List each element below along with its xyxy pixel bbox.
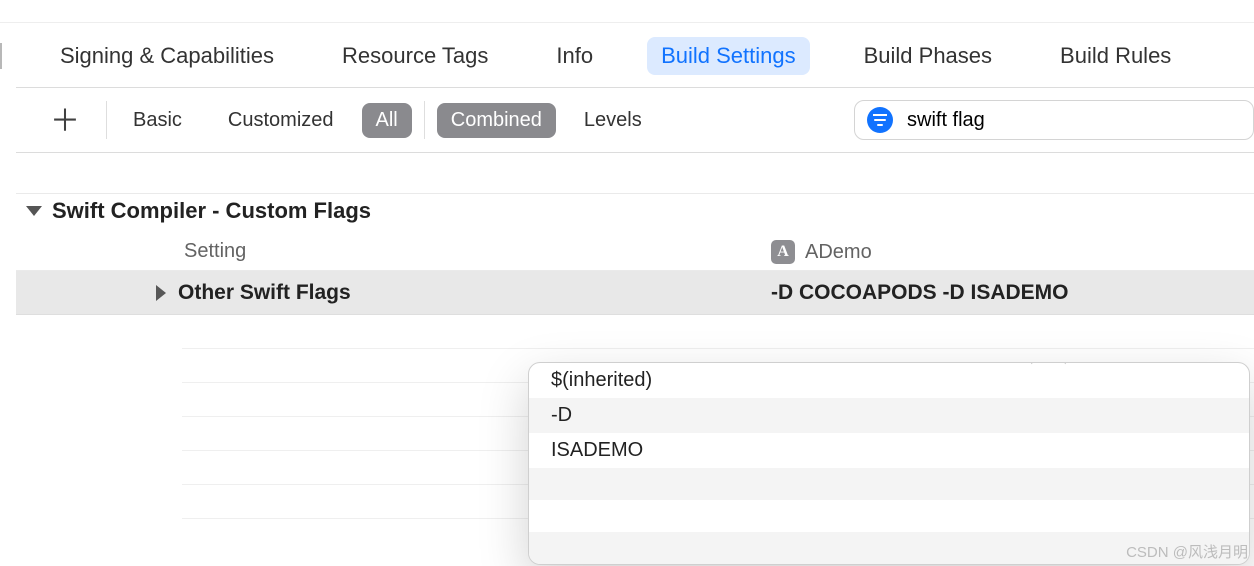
filter-customized-button[interactable]: Customized [214, 103, 348, 138]
tab-build-rules[interactable]: Build Rules [1046, 37, 1185, 75]
column-setting: Setting [16, 240, 771, 264]
value-editor-popover[interactable]: $(inherited) -D ISADEMO [528, 362, 1250, 565]
filter-icon [867, 107, 893, 133]
column-headers: Setting A ADemo [16, 234, 1254, 271]
target-app-icon: A [771, 240, 795, 264]
editor-tab-bar: Signing & Capabilities Resource Tags Inf… [0, 22, 1254, 87]
value-row-empty[interactable] [529, 468, 1249, 500]
value-row-3[interactable]: ISADEMO [529, 433, 1249, 468]
add-build-setting-button[interactable]: ＋ [36, 96, 94, 144]
view-combined-button[interactable]: Combined [437, 103, 556, 138]
tab-info[interactable]: Info [542, 37, 607, 75]
chevron-down-icon [26, 206, 42, 216]
value-row-2[interactable]: -D [529, 398, 1249, 433]
view-levels-button[interactable]: Levels [570, 103, 656, 138]
tab-build-settings[interactable]: Build Settings [647, 37, 810, 75]
section-title: Swift Compiler - Custom Flags [52, 198, 371, 224]
toolbar-separator [106, 101, 107, 139]
tab-resource-tags[interactable]: Resource Tags [328, 37, 502, 75]
value-row-empty[interactable] [529, 532, 1249, 564]
value-row-1[interactable]: $(inherited) [529, 363, 1249, 398]
toolbar-separator [424, 101, 425, 139]
chevron-right-icon [156, 285, 166, 301]
build-settings-toolbar: ＋ Basic Customized All Combined Levels [16, 87, 1254, 153]
column-target-label: ADemo [805, 241, 872, 264]
search-input[interactable] [907, 109, 1241, 132]
search-field-wrap[interactable] [854, 100, 1254, 140]
setting-value[interactable]: -D COCOAPODS -D ISADEMO [771, 281, 1254, 305]
filter-basic-button[interactable]: Basic [119, 103, 196, 138]
section-header[interactable]: Swift Compiler - Custom Flags [16, 193, 1254, 234]
value-row-empty[interactable] [529, 500, 1249, 532]
setting-name: Other Swift Flags [178, 281, 351, 305]
tab-build-phases[interactable]: Build Phases [850, 37, 1006, 75]
setting-row-other-swift-flags[interactable]: Other Swift Flags -D COCOAPODS -D ISADEM… [16, 271, 1254, 315]
filter-all-button[interactable]: All [362, 103, 412, 138]
column-target: A ADemo [771, 240, 1254, 264]
tab-signing-capabilities[interactable]: Signing & Capabilities [46, 37, 288, 75]
tab-separator [0, 43, 2, 69]
